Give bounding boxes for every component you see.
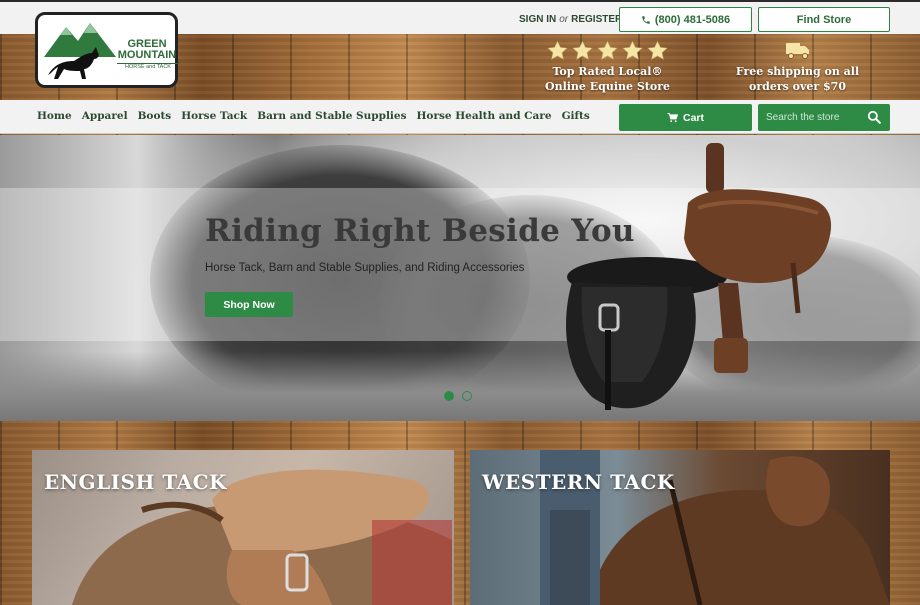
search-icon[interactable] — [867, 110, 881, 124]
category-card-english-tack[interactable]: ENGLISH TACK — [32, 450, 454, 605]
truck-icon — [785, 43, 809, 59]
star-icon — [647, 40, 668, 60]
phone-button[interactable]: (800) 481-5086 — [619, 7, 752, 32]
nav-item-horse-health[interactable]: Horse Health and Care — [417, 110, 552, 122]
nav-item-boots[interactable]: Boots — [138, 110, 172, 122]
phone-icon — [642, 15, 650, 24]
free-shipping-feature: Free shipping on all orders over $70 — [735, 40, 860, 94]
phone-number: (800) 481-5086 — [654, 13, 731, 26]
shop-now-button[interactable]: Shop Now — [205, 292, 293, 317]
cart-icon — [667, 112, 678, 122]
nav-item-apparel[interactable]: Apparel — [82, 110, 128, 122]
main-nav: Home Apparel Boots Horse Tack Barn and S… — [37, 110, 590, 122]
top-rated-feature: Top Rated Local® Online Equine Store — [535, 40, 680, 94]
star-icon — [622, 40, 643, 60]
carousel-dot-1[interactable] — [444, 391, 454, 401]
carousel-dot-2[interactable] — [462, 391, 472, 401]
or-separator: or — [559, 14, 569, 25]
nav-item-gifts[interactable]: Gifts — [562, 110, 590, 122]
find-store-button[interactable]: Find Store — [758, 7, 890, 32]
star-icon — [597, 40, 618, 60]
category-title: ENGLISH TACK — [44, 470, 227, 494]
star-icon — [547, 40, 568, 60]
feature-line: Online Equine Store — [545, 80, 670, 93]
mountain-horse-logo-icon — [44, 23, 116, 79]
sign-in-link[interactable]: SIGN IN — [519, 14, 556, 25]
nav-item-barn-stable[interactable]: Barn and Stable Supplies — [257, 110, 406, 122]
hero-subtitle: Horse Tack, Barn and Stable Supplies, an… — [205, 262, 525, 274]
nav-item-horse-tack[interactable]: Horse Tack — [181, 110, 247, 122]
category-title: WESTERN TACK — [482, 470, 675, 494]
cart-label: Cart — [682, 111, 704, 124]
hero-banner: Riding Right Beside You Horse Tack, Barn… — [0, 135, 920, 421]
western-saddle-image — [684, 143, 832, 373]
cart-button[interactable]: Cart — [619, 104, 752, 131]
star-rating — [535, 40, 680, 62]
logo-text: GREEN MOUNTAIN — [115, 39, 179, 61]
hero-title: Riding Right Beside You — [205, 213, 635, 249]
feature-line: orders over $70 — [749, 80, 846, 93]
search-input[interactable] — [762, 107, 858, 128]
nav-item-home[interactable]: Home — [37, 110, 72, 122]
register-link[interactable]: REGISTER — [571, 14, 622, 25]
feature-line: Top Rated Local® — [552, 65, 663, 78]
logo-subtitle: HORSE and TACK — [117, 63, 179, 70]
main-nav-bar: Home Apparel Boots Horse Tack Barn and S… — [0, 100, 920, 134]
carousel-dots — [444, 391, 472, 401]
search-box — [758, 104, 890, 131]
logo-line2: MOUNTAIN — [117, 49, 177, 61]
green-mountain-logo[interactable]: GREEN MOUNTAIN HORSE and TACK — [35, 12, 179, 88]
star-icon — [572, 40, 593, 60]
account-links: SIGN IN or REGISTER — [519, 14, 622, 25]
feature-line: Free shipping on all — [735, 65, 860, 78]
category-card-western-tack[interactable]: WESTERN TACK — [470, 450, 890, 605]
